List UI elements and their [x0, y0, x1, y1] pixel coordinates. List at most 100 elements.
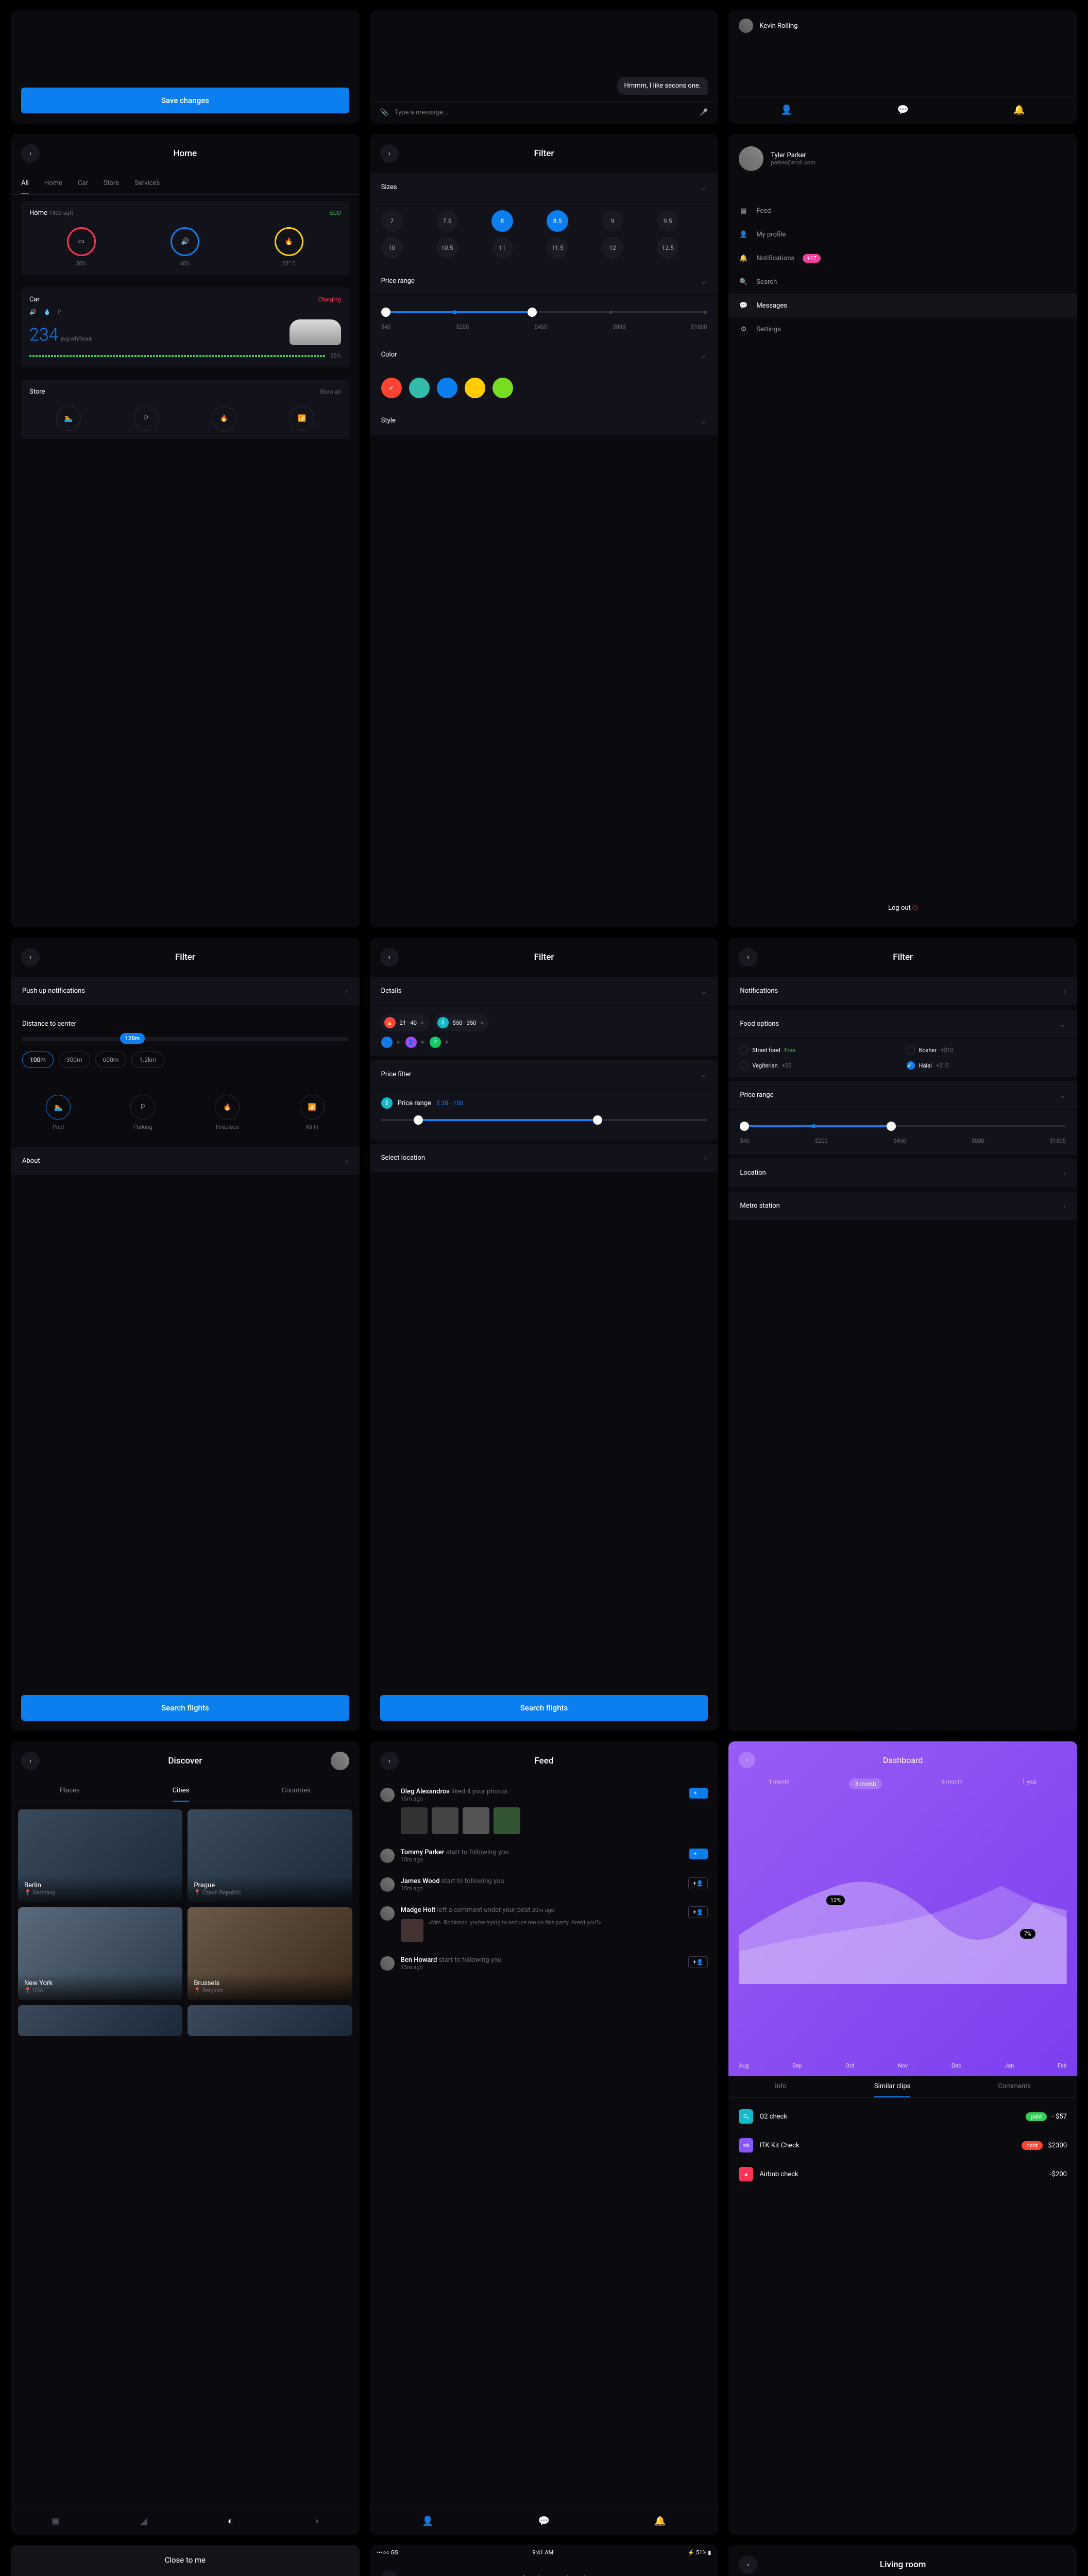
ring-3[interactable]: 🔥 — [275, 227, 303, 256]
nav-bell-icon[interactable]: 🔔 — [654, 2516, 666, 2527]
menu-messages[interactable]: 💬Messages — [728, 294, 1077, 317]
color-section[interactable]: Color⌄ — [370, 341, 719, 369]
period[interactable]: 3 month — [849, 1778, 882, 1789]
tab-home[interactable]: Home — [44, 173, 62, 194]
photo-thumb[interactable] — [463, 1807, 489, 1834]
dist-pill[interactable]: 1.2km — [131, 1052, 164, 1068]
back-button[interactable]: ‹ — [380, 144, 399, 163]
follow-button[interactable]: +👤 — [688, 1956, 708, 1968]
nav-ic2[interactable]: ◢ — [140, 2516, 147, 2527]
store-ic-4[interactable]: 📶 — [290, 406, 314, 431]
back-button[interactable]: ‹ — [739, 1752, 755, 1768]
period[interactable]: 1 month — [769, 1778, 790, 1789]
map[interactable]: Close to me 3 4 2 — [11, 2545, 360, 2576]
tab-info[interactable]: Info — [775, 2076, 787, 2097]
size-chip[interactable]: 9.5 — [657, 210, 678, 232]
size-chip[interactable]: 12.5 — [657, 237, 678, 259]
follow-button[interactable]: +👤 — [688, 1877, 708, 1889]
back-button[interactable]: ‹ — [380, 1752, 399, 1770]
sizes-section[interactable]: Sizes⌄ — [370, 173, 719, 202]
back-button[interactable]: ‹ — [739, 948, 757, 967]
close-icon[interactable]: × — [480, 1020, 483, 1026]
tag-dot[interactable]: 👤 — [405, 1037, 417, 1048]
menu-profile[interactable]: 👤My profile — [728, 223, 1077, 246]
size-chip[interactable]: 10 — [381, 237, 403, 259]
price-slider[interactable] — [381, 311, 707, 313]
save-button[interactable]: Save changes — [21, 88, 349, 113]
color-blue[interactable] — [437, 378, 457, 398]
menu-settings[interactable]: ⚙Settings — [728, 317, 1077, 341]
size-chip[interactable]: 8 — [491, 210, 513, 232]
tab-store[interactable]: Store — [104, 173, 119, 194]
city-card[interactable] — [188, 2005, 352, 2036]
menu-notifications[interactable]: 🔔Notifications+17 — [728, 246, 1077, 270]
size-chip[interactable]: 9 — [602, 210, 623, 232]
back-button[interactable]: ‹ — [21, 948, 40, 967]
tag-dot[interactable]: 👤 — [381, 1037, 393, 1048]
photo-thumb[interactable] — [432, 1807, 458, 1834]
price-section[interactable]: Price range⌄ — [728, 1077, 1077, 1110]
photo-thumb[interactable] — [401, 1807, 428, 1834]
search-flights-button[interactable]: Search flights — [21, 1695, 349, 1721]
close-icon[interactable]: × — [421, 1020, 424, 1026]
tab-comments[interactable]: Comments — [998, 2076, 1031, 2097]
dist-pill[interactable]: 600m — [95, 1052, 127, 1068]
logout-button[interactable]: Log out ⏻ — [888, 904, 917, 912]
price-section[interactable]: Price range⌄ — [370, 267, 719, 296]
push-section[interactable]: Push up notifications› — [11, 977, 360, 1006]
city-card[interactable]: Brussels📍 Belgium — [188, 1907, 352, 2000]
food-opt[interactable]: Kosher+$10 — [907, 1046, 1066, 1054]
close-icon[interactable]: × — [397, 1039, 400, 1046]
filter-tag[interactable]: $$50 - 350× — [434, 1014, 488, 1031]
food-section[interactable]: Food options⌄ — [728, 1006, 1077, 1039]
food-opt[interactable]: ✓Halal+$15 — [907, 1061, 1066, 1070]
tab-all[interactable]: All — [21, 173, 29, 194]
city-card[interactable]: Prague📍 Czech Republic — [188, 1809, 352, 1902]
nav-ic3[interactable]: ◐ — [228, 2516, 233, 2527]
amen-wifi[interactable]: 📶 — [300, 1095, 325, 1120]
avatar[interactable] — [331, 1752, 349, 1770]
ring-1[interactable]: ▭ — [67, 227, 96, 256]
price-slider[interactable] — [740, 1125, 1066, 1127]
message-input[interactable] — [395, 109, 693, 116]
city-card[interactable]: New York📍 USA — [18, 1907, 182, 2000]
tab-services[interactable]: Services — [134, 173, 160, 194]
nav-chat-icon[interactable]: 💬 — [538, 2516, 550, 2527]
tab-places[interactable]: Places — [60, 1781, 80, 1802]
photo-thumb[interactable] — [494, 1807, 520, 1834]
city-card[interactable]: Berlin📍 Germany — [18, 1809, 182, 1902]
color-green[interactable] — [492, 378, 513, 398]
menu-feed[interactable]: ▤Feed — [728, 199, 1077, 223]
selectloc-section[interactable]: Select location› — [370, 1140, 719, 1173]
filter-tag[interactable]: 🔥21 - 40× — [381, 1014, 429, 1031]
pr-slider[interactable] — [381, 1119, 707, 1121]
period[interactable]: 6 month — [942, 1778, 963, 1789]
location-section[interactable]: Location› — [728, 1155, 1077, 1188]
follow-button[interactable]: +👤 — [688, 1906, 708, 1918]
metro-section[interactable]: Metro station› — [728, 1188, 1077, 1221]
dist-slider[interactable]: 120m — [22, 1037, 348, 1041]
store-ic-1[interactable]: 🏊 — [56, 406, 81, 431]
size-chip[interactable]: 11.5 — [547, 237, 568, 259]
back-button[interactable]: ‹ — [21, 144, 40, 163]
amen-parking[interactable]: P — [130, 1095, 155, 1120]
tab-countries[interactable]: Countries — [282, 1781, 311, 1802]
nav-profile-icon[interactable]: 👤 — [422, 2516, 433, 2527]
dist-pill[interactable]: 100m — [22, 1052, 54, 1068]
back-button[interactable]: ‹ — [21, 1752, 40, 1770]
style-section[interactable]: Style⌄ — [370, 406, 719, 435]
follow-button[interactable]: +👤 — [689, 1849, 708, 1859]
notif-section[interactable]: Notifications› — [728, 977, 1077, 1006]
dist-pill[interactable]: 300m — [59, 1052, 90, 1068]
size-chip[interactable]: 7.5 — [436, 210, 458, 232]
mic-icon[interactable]: 🎤 — [700, 109, 708, 116]
amen-pool[interactable]: 🏊 — [46, 1095, 71, 1120]
ring-2[interactable]: 🔊 — [171, 227, 199, 256]
nav-chat-icon[interactable]: 💬 — [897, 105, 908, 115]
store-ic-2[interactable]: P — [134, 406, 159, 431]
back-button[interactable]: ‹ — [380, 948, 399, 967]
menu-search[interactable]: 🔍Search — [728, 270, 1077, 294]
color-teal[interactable] — [409, 378, 430, 398]
size-chip[interactable]: 11 — [491, 237, 513, 259]
close-icon[interactable]: × — [445, 1039, 449, 1046]
